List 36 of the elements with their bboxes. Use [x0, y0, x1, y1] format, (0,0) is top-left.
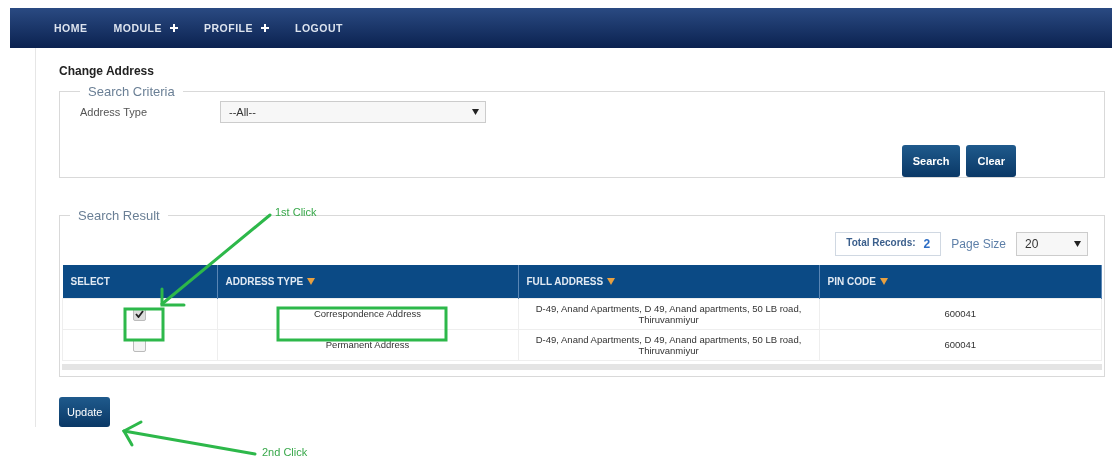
- plus-icon: [261, 24, 269, 32]
- column-header[interactable]: FULL ADDRESS: [518, 265, 819, 299]
- sort-icon: [607, 278, 616, 285]
- column-header[interactable]: ADDRESS TYPE: [217, 265, 518, 299]
- annotation-label: 1st Click: [275, 206, 317, 218]
- field-label: Address Type: [79, 106, 149, 118]
- page-size-label: Page Size: [951, 237, 1006, 251]
- panel-legend: Search Criteria: [80, 84, 183, 99]
- update-button[interactable]: Update: [59, 397, 111, 427]
- table-cell: D-49, Anand Apartments, D 49, Anand apartments, 50 LB road, Thiruvanmiyur: [518, 298, 819, 330]
- page-size-dropdown[interactable]: 20: [1016, 232, 1088, 256]
- action-button[interactable]: Clear: [966, 145, 1016, 177]
- caret-icon: [1074, 241, 1081, 247]
- nav-item[interactable]: MODULE: [113, 22, 178, 34]
- table-cell: D-49, Anand Apartments, D 49, Anand apartments, 50 LB road, Thiruvanmiyur: [518, 329, 819, 361]
- nav-item[interactable]: LOGOUT: [295, 22, 343, 34]
- plus-icon: [170, 24, 178, 32]
- nav-item[interactable]: HOME: [54, 22, 88, 34]
- table-cell: Correspondence Address: [217, 298, 518, 330]
- total-count: 2: [923, 237, 931, 251]
- panel-legend: Search Result: [70, 208, 168, 223]
- caret-icon: [472, 109, 479, 115]
- address-type-dropdown[interactable]: --All--: [220, 101, 486, 123]
- table-cell: 600041: [819, 298, 1102, 330]
- table-cell: 600041: [819, 329, 1102, 361]
- column-header[interactable]: PIN CODE: [819, 265, 1102, 299]
- table-cell: Permanent Address: [217, 329, 518, 361]
- action-button[interactable]: Search: [901, 145, 961, 177]
- annotation-label: 2nd Click: [262, 446, 308, 458]
- total-label: Total Records:: [846, 237, 916, 250]
- sort-icon: [879, 278, 888, 285]
- highlight-box: [123, 307, 165, 342]
- sort-icon: [307, 278, 316, 285]
- page-title: Change Address: [59, 64, 155, 78]
- column-header[interactable]: SELECT: [62, 265, 217, 299]
- nav-item[interactable]: PROFILE: [204, 22, 269, 34]
